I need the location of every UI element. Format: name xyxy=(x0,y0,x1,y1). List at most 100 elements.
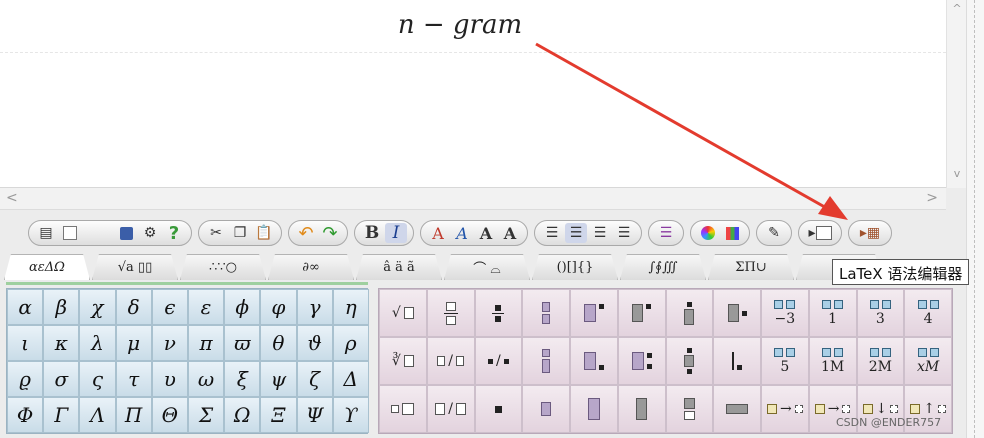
tab-accents[interactable]: â ä ã xyxy=(356,254,442,280)
edit-pen-icon[interactable]: ✎ xyxy=(763,223,785,243)
template-box-slash-box[interactable]: / xyxy=(426,385,475,433)
greek-symbol-cell[interactable]: ι xyxy=(7,325,44,361)
greek-symbol-cell[interactable]: Λ xyxy=(79,397,116,433)
template-sub-superscript[interactable] xyxy=(617,337,666,385)
menu-icon[interactable]: ▤ xyxy=(35,223,57,243)
greek-symbol-cell[interactable]: ϱ xyxy=(7,361,44,397)
greek-symbol-cell[interactable]: Ξ xyxy=(260,397,297,433)
template-label-1[interactable]: 1 xyxy=(808,289,857,337)
template-tall-gray-box[interactable] xyxy=(617,385,666,433)
align-left-icon[interactable]: ☰ xyxy=(541,223,563,243)
template-dotted-limits[interactable] xyxy=(522,385,570,433)
align-justify-icon[interactable]: ☰ xyxy=(613,223,635,243)
greek-symbol-cell[interactable]: δ xyxy=(115,289,152,325)
template-label-xm[interactable]: xM xyxy=(904,337,952,385)
scroll-right-icon[interactable]: > xyxy=(926,190,938,206)
template-label-3[interactable]: 3 xyxy=(856,289,905,337)
align-center-icon[interactable]: ☰ xyxy=(565,223,587,243)
tab-greek[interactable]: αεΔΩ xyxy=(4,254,90,280)
greek-symbol-cell[interactable]: ξ xyxy=(224,361,261,397)
greek-symbol-cell[interactable]: ψ xyxy=(260,361,297,397)
tab-misc[interactable]: ∂∞ xyxy=(268,254,354,280)
template-sqrt[interactable]: √ xyxy=(379,289,427,337)
blank-button[interactable] xyxy=(83,223,113,243)
scroll-down-icon[interactable]: v xyxy=(947,167,967,180)
greek-symbol-cell[interactable]: β xyxy=(43,289,80,325)
tab-sums[interactable]: ΣΠ∪ xyxy=(708,254,794,280)
line-spacing-icon[interactable]: ☰ xyxy=(655,223,677,243)
horizontal-scrollbar[interactable]: < > xyxy=(0,188,946,210)
redo-icon[interactable]: ↷ xyxy=(319,223,341,244)
tab-operators[interactable]: ∴∵○ xyxy=(180,254,266,280)
greek-symbol-cell[interactable]: Ω xyxy=(224,397,261,433)
settings-icon[interactable]: ⚙ xyxy=(139,223,161,243)
vertical-scrollbar[interactable]: ^ v xyxy=(946,0,966,188)
greek-symbol-cell[interactable]: υ xyxy=(151,361,188,397)
greek-symbol-cell[interactable]: ς xyxy=(79,361,116,397)
template-slash-fraction[interactable]: / xyxy=(426,337,475,385)
color-wheel-icon[interactable] xyxy=(697,223,719,243)
align-right-icon[interactable]: ☰ xyxy=(589,223,611,243)
template-arrow-box-1[interactable]: → xyxy=(761,385,809,433)
template-subscript[interactable] xyxy=(570,337,618,385)
template-right-script[interactable] xyxy=(713,289,761,337)
greek-symbol-cell[interactable]: γ xyxy=(296,289,333,325)
color-grid-icon[interactable] xyxy=(721,223,743,243)
template-label-5[interactable]: 5 xyxy=(761,337,809,385)
greek-symbol-cell[interactable]: ω xyxy=(187,361,225,397)
greek-symbol-cell[interactable]: τ xyxy=(115,361,152,397)
template-over-script[interactable] xyxy=(665,289,714,337)
greek-symbol-cell[interactable]: ϕ xyxy=(224,289,261,325)
greek-symbol-cell[interactable]: κ xyxy=(43,325,80,361)
greek-symbol-cell[interactable]: α xyxy=(7,289,44,325)
greek-symbol-cell[interactable]: Γ xyxy=(43,397,80,433)
greek-symbol-cell[interactable]: ε xyxy=(187,289,225,325)
greek-symbol-cell[interactable]: ϵ xyxy=(151,289,188,325)
scroll-left-icon[interactable]: < xyxy=(6,190,18,206)
paste-icon[interactable]: 📋 xyxy=(253,223,275,243)
latex-editor-icon[interactable]: ▸ xyxy=(805,223,835,243)
greek-symbol-cell[interactable]: μ xyxy=(115,325,152,361)
template-tall-box[interactable] xyxy=(570,385,618,433)
bold-button[interactable]: B xyxy=(361,223,383,243)
tab-brackets[interactable]: ()[]{} xyxy=(532,254,618,280)
greek-symbol-cell[interactable]: σ xyxy=(43,361,80,397)
template-superscript[interactable] xyxy=(570,289,618,337)
template-stack-over-under[interactable] xyxy=(522,289,570,337)
template-nth-root[interactable]: ∛ xyxy=(379,337,427,385)
help-icon[interactable]: ? xyxy=(163,223,185,244)
template-label-1m[interactable]: 1M xyxy=(808,337,857,385)
greek-symbol-cell[interactable]: Θ xyxy=(151,397,188,433)
greek-symbol-cell[interactable]: Σ xyxy=(187,397,225,433)
greek-symbol-cell[interactable]: η xyxy=(332,289,369,325)
template-fraction[interactable] xyxy=(426,289,475,337)
scroll-up-icon[interactable]: ^ xyxy=(947,2,967,15)
greek-symbol-cell[interactable]: π xyxy=(187,325,225,361)
tab-roots[interactable]: √a ▯▯ xyxy=(92,254,178,280)
template-small-slash-fraction[interactable]: / xyxy=(474,337,523,385)
formula-preview[interactable]: n − gram xyxy=(0,0,946,188)
copy-icon[interactable]: ❐ xyxy=(229,223,251,243)
greek-symbol-cell[interactable]: ρ xyxy=(332,325,369,361)
italic-button[interactable]: I xyxy=(385,223,407,243)
template-label-2m[interactable]: 2M xyxy=(856,337,905,385)
greek-symbol-cell[interactable]: Φ xyxy=(7,397,44,433)
new-document-icon[interactable] xyxy=(59,223,81,243)
template-gray-box-sub[interactable] xyxy=(665,385,714,433)
greek-symbol-cell[interactable]: θ xyxy=(260,325,297,361)
greek-symbol-cell[interactable]: ζ xyxy=(296,361,333,397)
template-over-under-script[interactable] xyxy=(665,337,714,385)
tab-arcs[interactable]: ⌒ ⌓ xyxy=(444,254,530,280)
font-italic-style-button[interactable]: A xyxy=(451,223,473,243)
template-bar-script[interactable] xyxy=(713,337,761,385)
cut-icon[interactable]: ✂ xyxy=(205,223,227,243)
greek-symbol-cell[interactable]: ϑ xyxy=(296,325,333,361)
undo-icon[interactable]: ↶ xyxy=(295,223,317,244)
greek-symbol-cell[interactable]: Δ xyxy=(332,361,369,397)
greek-symbol-cell[interactable]: ϖ xyxy=(224,325,261,361)
greek-symbol-cell[interactable]: χ xyxy=(79,289,116,325)
font-outline-style-button[interactable]: A xyxy=(499,223,521,243)
greek-symbol-cell[interactable]: ϒ xyxy=(332,397,369,433)
template-superscript-gray[interactable] xyxy=(617,289,666,337)
greek-symbol-cell[interactable]: λ xyxy=(79,325,116,361)
